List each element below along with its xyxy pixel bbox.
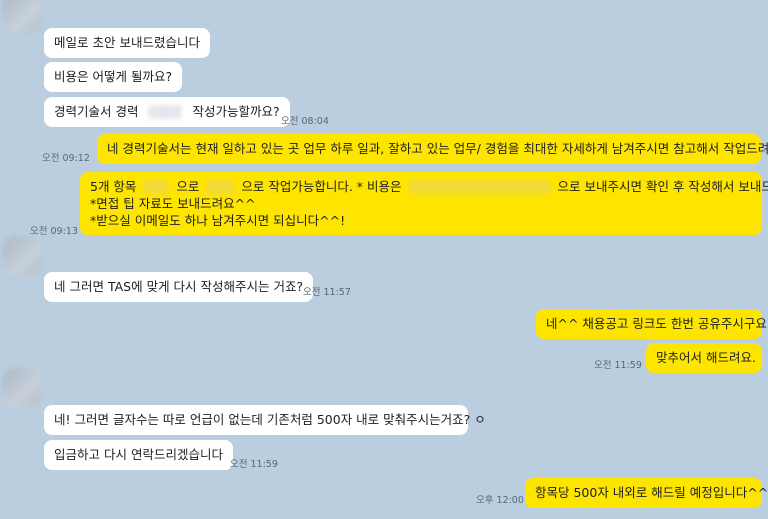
- chat-window: { "messages": { "m1": "메일로 초안 보내드렸습니다", …: [0, 0, 768, 519]
- message-time: 오전 09:13: [30, 226, 78, 237]
- message-time: 오전 09:12: [42, 153, 90, 164]
- incoming-message[interactable]: 비용은 어떻게 될까요?: [44, 62, 183, 92]
- message-time: 오전 11:59: [230, 459, 278, 470]
- outgoing-message[interactable]: 5개 항목 으로 으로 작업가능합니다. * 비용은 으로 보내주시면 확인 후…: [80, 172, 768, 235]
- message-text: 입금하고 다시 연락드리겠습니다: [54, 447, 223, 462]
- message-time: 오전 11:57: [303, 287, 351, 298]
- message-text: 네 그러면 TAS에 맞게 다시 작성해주시는 거죠?: [54, 279, 304, 294]
- message-text: 으로 작업가능합니다. * 비용은: [241, 179, 402, 194]
- incoming-message[interactable]: 네! 그러면 글자수는 따로 언급이 없는데 기존처럼 500자 내로 맞춰주시…: [44, 405, 486, 435]
- message-time: 오후 12:00: [476, 495, 524, 506]
- message-text: 작성가능할까요?: [192, 104, 280, 119]
- redacted-text: [408, 180, 551, 194]
- incoming-message[interactable]: 입금하고 다시 연락드리겠습니다: [44, 440, 233, 470]
- incoming-message[interactable]: 네 그러면 TAS에 맞게 다시 작성해주시는 거죠?: [44, 272, 314, 302]
- sender-avatar[interactable]: [2, 236, 42, 276]
- outgoing-message[interactable]: 네^^ 채용공고 링크도 한번 공유주시구요: [536, 309, 767, 339]
- message-text: 비용은 어떻게 될까요?: [54, 69, 173, 84]
- redacted-text: [148, 105, 183, 119]
- message-text: *면접 팁 자료도 보내드려요^^: [90, 196, 256, 211]
- outgoing-message[interactable]: 항목당 500자 내외로 해드릴 예정입니다^^: [525, 478, 768, 508]
- outgoing-message[interactable]: 맞추어서 해드려요.: [646, 343, 762, 373]
- message-text: 으로 보내주시면 확인 후 작성해서 보내드려요.: [557, 179, 768, 194]
- message-text: 네! 그러면 글자수는 따로 언급이 없는데 기존처럼 500자 내로 맞춰주시…: [54, 412, 486, 427]
- message-text: 항목당 500자 내외로 해드릴 예정입니다^^: [535, 485, 768, 500]
- incoming-message[interactable]: 경력기술서 경력 작성가능할까요?: [44, 97, 290, 127]
- message-text: 메일로 초안 보내드렸습니다: [54, 35, 200, 50]
- message-text: 네 경력기술서는 현재 일하고 있는 곳 업무 하루 일과, 잘하고 있는 업무…: [107, 141, 768, 156]
- message-text: 네^^ 채용공고 링크도 한번 공유주시구요: [546, 316, 767, 331]
- message-text: 맞추어서 해드려요.: [656, 350, 756, 365]
- message-text: 으로: [176, 179, 200, 194]
- message-time: 오전 11:59: [594, 360, 642, 371]
- message-text: 5개 항목: [90, 179, 137, 194]
- incoming-message[interactable]: 메일로 초안 보내드렸습니다: [44, 28, 210, 58]
- sender-avatar[interactable]: [2, 368, 42, 408]
- redacted-text: [206, 180, 235, 194]
- outgoing-message[interactable]: 네 경력기술서는 현재 일하고 있는 곳 업무 하루 일과, 잘하고 있는 업무…: [97, 134, 768, 164]
- message-time: 오전 08:04: [281, 116, 329, 127]
- sender-avatar[interactable]: [2, 0, 42, 34]
- redacted-text: [143, 180, 170, 194]
- message-text: *받으실 이메일도 하나 남겨주시면 되십니다^^!: [90, 213, 346, 228]
- message-text: 경력기술서 경력: [54, 104, 139, 119]
